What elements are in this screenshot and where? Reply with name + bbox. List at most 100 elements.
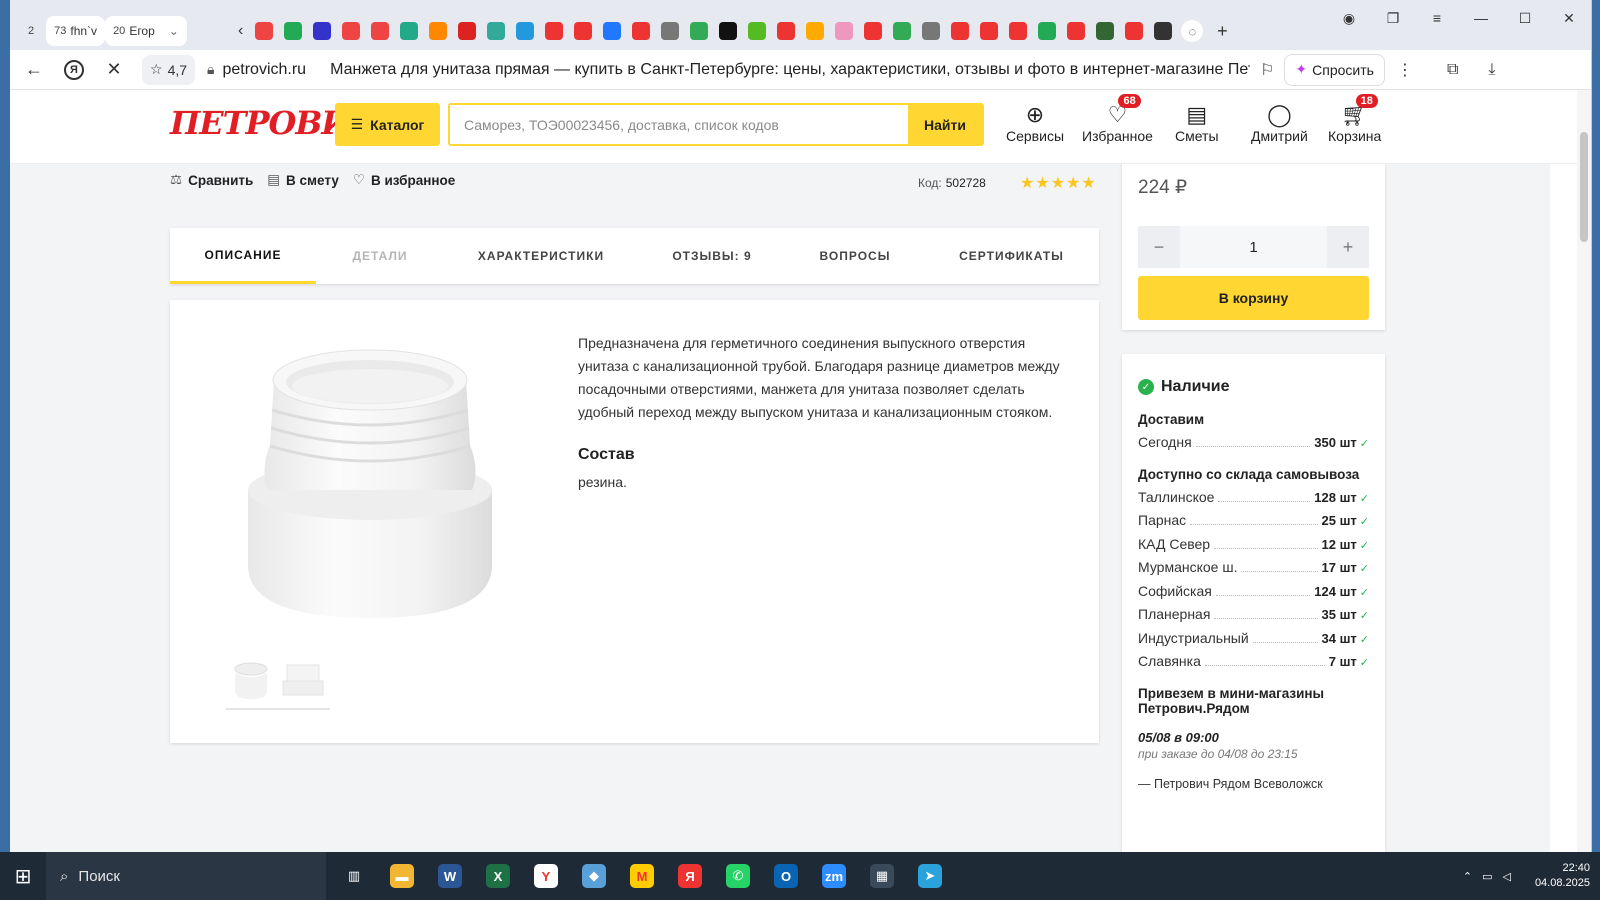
- volume-icon[interactable]: ◁: [1502, 870, 1510, 883]
- thumbnail-2[interactable]: [278, 658, 328, 702]
- chevron-left-icon[interactable]: ‹: [238, 22, 243, 40]
- header-services[interactable]: ⊕ Сервисы: [1006, 102, 1064, 144]
- more-icon[interactable]: ⋮: [1397, 60, 1413, 80]
- pinned-tab-icon[interactable]: [979, 22, 998, 40]
- tab-description[interactable]: ОПИСАНИЕ: [170, 228, 316, 284]
- close-button[interactable]: ✕: [1547, 0, 1591, 36]
- compare-button[interactable]: ⚖ Сравнить: [170, 172, 253, 188]
- rating-stars[interactable]: ★★★★★: [1020, 173, 1097, 193]
- maximize-button[interactable]: ☐: [1503, 0, 1547, 36]
- taskbar-app-task-view[interactable]: ▥: [330, 852, 378, 900]
- taskbar-app-yandex[interactable]: Я: [666, 852, 714, 900]
- product-image[interactable]: [240, 340, 500, 625]
- taskbar-app-telegram[interactable]: ➤: [906, 852, 954, 900]
- pinned-tab-icon[interactable]: [863, 22, 882, 40]
- yandex-icon[interactable]: Я: [54, 52, 94, 88]
- pinned-tab-icon[interactable]: [515, 22, 534, 40]
- quantity-plus-button[interactable]: +: [1327, 226, 1369, 268]
- address-domain[interactable]: petrovich.ru: [222, 61, 306, 79]
- loading-icon[interactable]: ◌: [1181, 20, 1204, 42]
- pinned-tab-icon[interactable]: [805, 22, 824, 40]
- pinned-tab-icon[interactable]: [283, 22, 302, 40]
- page-scrollbar[interactable]: [1577, 90, 1591, 852]
- taskbar-app-zoom[interactable]: zm: [810, 852, 858, 900]
- search-button[interactable]: Найти: [908, 105, 982, 144]
- pinned-tab-icon[interactable]: [1037, 22, 1056, 40]
- chevron-up-icon[interactable]: ⌃: [1463, 870, 1472, 883]
- search-input[interactable]: [450, 105, 908, 144]
- tab-reviews[interactable]: ОТЗЫВЫ: 9: [638, 228, 786, 284]
- tab-counter-1[interactable]: 2: [20, 16, 46, 46]
- add-to-estimate-button[interactable]: ▤ В смету: [267, 172, 339, 188]
- ask-button[interactable]: ✦ Спросить: [1284, 53, 1385, 86]
- pinned-tab-icon[interactable]: [1066, 22, 1085, 40]
- pinned-tab-icon[interactable]: [1124, 22, 1143, 40]
- header-cart[interactable]: 🛒︎ 18 Корзина: [1328, 94, 1381, 144]
- taskbar-app-outlook[interactable]: O: [762, 852, 810, 900]
- pinned-tab-icon[interactable]: [950, 22, 969, 40]
- network-icon[interactable]: ▭: [1482, 870, 1492, 883]
- download-icon[interactable]: ⤓: [1488, 61, 1495, 79]
- pinned-tab-icon[interactable]: [1153, 22, 1172, 40]
- stop-loading-icon[interactable]: ✕: [94, 52, 134, 88]
- pinned-tab-icon[interactable]: [921, 22, 940, 40]
- minimize-button[interactable]: —: [1459, 0, 1503, 36]
- chevron-down-icon[interactable]: ⌄: [169, 24, 179, 38]
- taskbar-app-yandex-browser[interactable]: Y: [522, 852, 570, 900]
- pinned-tab-icon[interactable]: [718, 22, 737, 40]
- catalog-button[interactable]: ☰ Каталог: [335, 103, 440, 146]
- taskbar-app-calculator[interactable]: ▦: [858, 852, 906, 900]
- pinned-tab-icon[interactable]: [544, 22, 563, 40]
- mini-shop-link[interactable]: — Петрович Рядом Всеволожск: [1138, 777, 1369, 791]
- pinned-tab-icon[interactable]: [312, 22, 331, 40]
- taskbar-app-explorer[interactable]: ▬: [378, 852, 426, 900]
- address-page-title[interactable]: Манжета для унитаза прямая — купить в Са…: [330, 61, 1250, 79]
- taskbar-app-word[interactable]: W: [426, 852, 474, 900]
- tab-characteristics[interactable]: ХАРАКТЕРИСТИКИ: [444, 228, 638, 284]
- back-icon[interactable]: ←: [14, 52, 54, 88]
- add-to-favorites-button[interactable]: ♡ В избранное: [353, 172, 455, 188]
- pinned-tab-icon[interactable]: [341, 22, 360, 40]
- pinned-tab-icon[interactable]: [776, 22, 795, 40]
- site-rating[interactable]: ☆ 4,7: [142, 54, 196, 85]
- scrollbar-thumb[interactable]: [1580, 132, 1588, 242]
- extensions-icon[interactable]: ⧉: [1447, 61, 1458, 79]
- collections-icon[interactable]: ❐: [1371, 0, 1415, 36]
- menu-icon[interactable]: ≡: [1415, 0, 1459, 36]
- quantity-input[interactable]: 1: [1180, 226, 1327, 268]
- pinned-tab-icon[interactable]: [631, 22, 650, 40]
- pinned-tab-icon[interactable]: [428, 22, 447, 40]
- pinned-tab-icon[interactable]: [689, 22, 708, 40]
- pinned-tab-icon[interactable]: [1008, 22, 1027, 40]
- taskbar-app-yandex-market[interactable]: M: [618, 852, 666, 900]
- pinned-tab-icon[interactable]: [892, 22, 911, 40]
- clock[interactable]: 22:40 04.08.2025: [1535, 861, 1590, 891]
- header-estimates[interactable]: ▤ Сметы: [1175, 102, 1219, 144]
- lock-icon[interactable]: 🔒︎: [207, 61, 214, 78]
- tab-certificates[interactable]: СЕРТИФИКАТЫ: [924, 228, 1099, 284]
- pinned-tab-icon[interactable]: [486, 22, 505, 40]
- quantity-minus-button[interactable]: −: [1138, 226, 1180, 268]
- thumbnail-1[interactable]: [226, 658, 276, 702]
- pinned-tab-icon[interactable]: [457, 22, 476, 40]
- taskbar-app-excel[interactable]: X: [474, 852, 522, 900]
- pinned-tab-icon[interactable]: [370, 22, 389, 40]
- taskbar-app-notes[interactable]: ◆: [570, 852, 618, 900]
- tab-counter-3[interactable]: 20 Егор ⌄: [105, 16, 187, 46]
- pinned-tab-icon[interactable]: [573, 22, 592, 40]
- taskbar-app-whatsapp[interactable]: ✆: [714, 852, 762, 900]
- pinned-tab-icon[interactable]: [399, 22, 418, 40]
- windows-start-icon[interactable]: ⊞: [0, 852, 46, 900]
- pinned-tab-icon[interactable]: [834, 22, 853, 40]
- pinned-tab-icon[interactable]: [1095, 22, 1114, 40]
- header-account[interactable]: ◯ Дмитрий: [1251, 102, 1308, 144]
- new-tab-button[interactable]: +: [1211, 20, 1233, 42]
- pinned-tab-icon[interactable]: [747, 22, 766, 40]
- tab-questions[interactable]: ВОПРОСЫ: [786, 228, 924, 284]
- header-favorites[interactable]: ♡ 68 Избранное: [1082, 94, 1153, 144]
- pinned-tab-icon[interactable]: [254, 22, 273, 40]
- taskbar-search[interactable]: ⌕ Поиск: [46, 852, 326, 900]
- pinned-tab-icon[interactable]: [660, 22, 679, 40]
- pinned-tab-icon[interactable]: [602, 22, 621, 40]
- tab-details[interactable]: ДЕТАЛИ: [316, 228, 444, 284]
